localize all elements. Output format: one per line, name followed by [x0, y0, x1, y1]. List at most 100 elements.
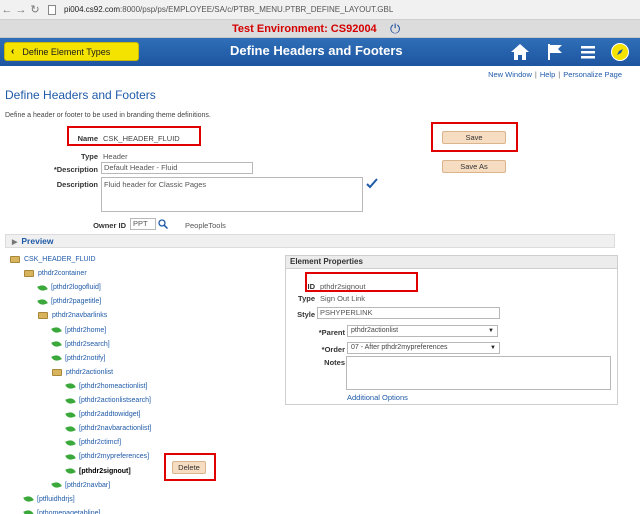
preview-label: Preview: [21, 236, 54, 246]
top-links: New Window | Help | Personalize Page: [488, 70, 622, 79]
save-button[interactable]: Save: [442, 131, 506, 144]
help-link[interactable]: Help: [540, 70, 555, 79]
tree-item-label: [ptfluidhdrjs]: [37, 495, 75, 503]
tree-folder-item[interactable]: pthdr2container: [24, 270, 87, 278]
tree-leaf-item[interactable]: [pthdr2logofluid]: [37, 283, 101, 293]
leaf-icon: [65, 452, 76, 462]
owner-id-input[interactable]: PPT: [130, 218, 156, 230]
save-as-button[interactable]: Save As: [442, 160, 506, 173]
tree-item-label: [pthdr2logofluid]: [51, 284, 101, 292]
tree-leaf-item[interactable]: [pthdr2navbar]: [51, 480, 111, 490]
home-icon[interactable]: [510, 42, 530, 62]
tree-item-label: [pthdr2home]: [65, 326, 107, 334]
tree-item-label: [pthdr2addtowidget]: [79, 411, 141, 419]
leaf-icon: [65, 410, 76, 419]
tree-item-label: [pthomepagetabline]: [37, 509, 101, 514]
leaf-icon: [51, 325, 62, 335]
tree-leaf-item[interactable]: [pthdr2homeactionlist]: [65, 382, 147, 391]
leaf-icon: [51, 353, 62, 363]
back-button-label: Define Element Types: [22, 46, 111, 57]
forward-arrow-icon[interactable]: →: [14, 4, 28, 16]
tree-folder-item[interactable]: pthdr2navbarlinks: [38, 312, 108, 320]
tree-leaf-item[interactable]: [pthdr2addtowidget]: [65, 410, 141, 419]
url-text[interactable]: pi004.cs92.com:8000/psp/ps/EMPLOYEE/SA/c…: [64, 5, 393, 14]
dropdown-arrow-icon: ▼: [488, 328, 494, 334]
search-icon[interactable]: [158, 219, 168, 229]
url-domain: pi004.cs92.com: [64, 5, 121, 14]
page-instructions: Define a header or footer to be used in …: [5, 112, 211, 119]
folder-icon: [52, 368, 62, 376]
tree-leaf-item[interactable]: [pthdr2search]: [51, 339, 110, 349]
compass-icon[interactable]: [610, 42, 630, 62]
chevron-left-icon: ‹: [11, 46, 15, 57]
element-type-value: Sign Out Link: [320, 294, 366, 303]
tree-folder-item[interactable]: CSK_HEADER_FLUID: [10, 256, 96, 263]
environment-bar: Test Environment: CS92004 ⏻: [0, 20, 640, 38]
tree-leaf-item[interactable]: [pthdr2pagetitle]: [37, 297, 101, 307]
leaf-icon: [65, 466, 76, 476]
leaf-icon: [65, 396, 76, 405]
tree-leaf-item[interactable]: [pthdr2notify]: [51, 353, 106, 363]
back-arrow-icon[interactable]: ←: [0, 4, 14, 16]
owner-id-label: Owner ID: [93, 221, 126, 230]
leaf-icon: [51, 339, 62, 349]
preview-section-toggle[interactable]: ▶ Preview: [5, 234, 615, 248]
menu-icon[interactable]: [578, 42, 598, 62]
tree-leaf-item[interactable]: [pthdr2mypreferences]: [65, 452, 149, 462]
expand-triangle-icon: ▶: [12, 239, 18, 246]
spellcheck-icon[interactable]: [366, 177, 378, 189]
banner-title: Define Headers and Footers: [230, 43, 403, 58]
new-window-link[interactable]: New Window: [488, 70, 532, 79]
delete-button[interactable]: Delete: [172, 461, 206, 474]
notes-textarea[interactable]: [346, 356, 611, 390]
folder-icon: [24, 270, 34, 278]
page-title: Define Headers and Footers: [5, 88, 156, 102]
power-icon[interactable]: ⏻: [390, 21, 400, 37]
parent-select[interactable]: pthdr2actionlist ▼: [347, 325, 498, 337]
leaf-icon: [37, 297, 48, 307]
leaf-icon: [23, 494, 34, 504]
tree-leaf-item[interactable]: [ptfluidhdrjs]: [23, 494, 75, 504]
leaf-icon: [65, 424, 76, 434]
tree-leaf-item[interactable]: [pthdr2home]: [51, 325, 107, 335]
dropdown-arrow-icon: ▼: [490, 345, 496, 351]
element-properties-header: Element Properties: [286, 256, 617, 269]
tree-folder-item[interactable]: pthdr2actionlist: [52, 368, 114, 376]
page-icon: [48, 4, 56, 15]
header-banner: ‹ Define Element Types Define Headers an…: [0, 38, 640, 66]
tree-item-label: CSK_HEADER_FLUID: [24, 256, 96, 263]
back-button[interactable]: ‹ Define Element Types: [4, 42, 139, 61]
leaf-icon: [51, 480, 62, 490]
tree-leaf-item[interactable]: [pthdr2actionlistsearch]: [65, 396, 151, 405]
tree-item-label: [pthdr2navbaractionlist]: [79, 425, 152, 433]
personalize-page-link[interactable]: Personalize Page: [563, 70, 622, 79]
tree-leaf-item[interactable]: [pthdr2signout]: [65, 466, 131, 476]
type-label: Type: [81, 152, 98, 161]
parent-label: *Parent: [318, 328, 345, 337]
order-select-value: 07 - After pthdr2mypreferences: [351, 344, 448, 351]
tree-item-label: [pthdr2navbar]: [65, 481, 111, 489]
order-select[interactable]: 07 - After pthdr2mypreferences ▼: [347, 342, 500, 354]
tree-item-label: pthdr2actionlist: [66, 368, 114, 376]
environment-label: Test Environment: CS92004: [232, 23, 377, 35]
tree-item-label: pthdr2navbarlinks: [52, 312, 108, 320]
additional-options-link[interactable]: Additional Options: [347, 393, 408, 402]
element-style-input[interactable]: PSHYPERLINK: [317, 307, 500, 319]
leaf-icon: [65, 382, 76, 391]
tree-item-label: pthdr2container: [38, 270, 87, 278]
description-input[interactable]: Default Header - Fluid: [101, 162, 253, 174]
tree-leaf-item[interactable]: [pthdr2navbaractionlist]: [65, 424, 152, 434]
tree-leaf-item[interactable]: [pthomepagetabline]: [23, 508, 101, 514]
tree-leaf-item[interactable]: [pthdr2ctimcf]: [65, 438, 121, 448]
description-label: *Description: [53, 165, 98, 174]
long-description-textarea[interactable]: Fluid header for Classic Pages: [101, 177, 363, 212]
highlight-box-name: [67, 126, 201, 146]
tree-item-label: [pthdr2notify]: [65, 354, 106, 362]
parent-select-value: pthdr2actionlist: [351, 327, 399, 334]
flag-icon[interactable]: [545, 42, 565, 62]
type-value: Header: [103, 152, 128, 161]
tree-item-label: [pthdr2actionlistsearch]: [79, 397, 151, 404]
element-style-label: Style: [297, 310, 315, 319]
reload-icon[interactable]: ↻: [28, 3, 42, 16]
leaf-icon: [65, 438, 76, 448]
